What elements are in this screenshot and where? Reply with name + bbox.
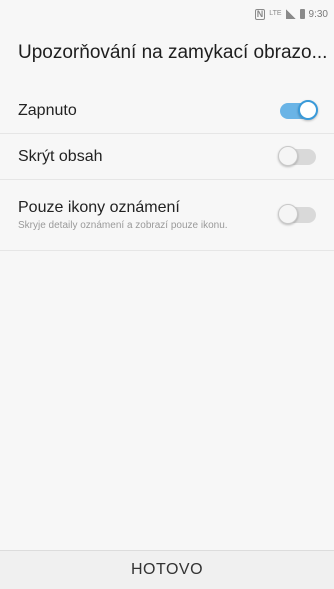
setting-label: Skrýt obsah	[18, 147, 103, 165]
setting-description: Skryje detaily oznámení a zobrazí pouze …	[18, 219, 228, 231]
setting-label: Zapnuto	[18, 101, 77, 119]
setting-row-icons-only[interactable]: Pouze ikony oznámení Skryje detaily ozná…	[0, 180, 334, 251]
toggle-knob	[298, 99, 318, 120]
status-bar: N LTE 9:30	[0, 0, 334, 28]
nfc-icon: N	[254, 8, 266, 20]
hide-content-toggle[interactable]	[278, 145, 316, 166]
status-time: 9:30	[308, 8, 328, 20]
network-type-label: LTE	[269, 10, 282, 17]
icons-only-toggle[interactable]	[278, 204, 316, 224]
done-button[interactable]: HOTOVO	[111, 555, 223, 585]
battery-icon	[299, 9, 305, 19]
setting-label: Pouze ikony oznámení	[18, 198, 180, 216]
settings-list: Zapnuto Skrýt obsah Pouze ikony oznámení…	[0, 88, 334, 251]
bottom-bar: HOTOVO	[0, 550, 334, 589]
toggle-knob	[278, 204, 298, 224]
setting-row-enabled[interactable]: Zapnuto	[0, 88, 334, 134]
enabled-toggle[interactable]	[280, 99, 318, 120]
toggle-knob	[278, 145, 298, 166]
setting-row-hide-content[interactable]: Skrýt obsah	[0, 134, 334, 180]
page-title: Upozorňování na zamykací obrazo...	[18, 42, 328, 63]
signal-icon	[285, 9, 296, 19]
